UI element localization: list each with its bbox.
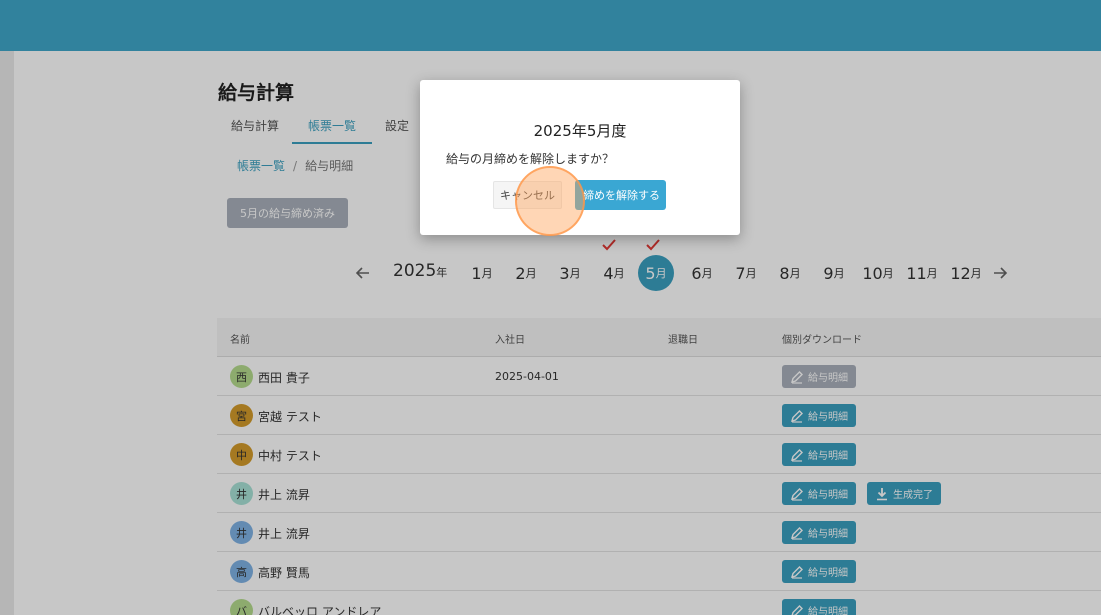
click-indicator — [515, 166, 585, 236]
dialog-message: 給与の月締めを解除しますか？ — [446, 152, 615, 166]
dialog-title: 2025年5月度 — [533, 122, 627, 140]
unlock-confirm-button[interactable]: 締めを解除する — [575, 180, 666, 210]
